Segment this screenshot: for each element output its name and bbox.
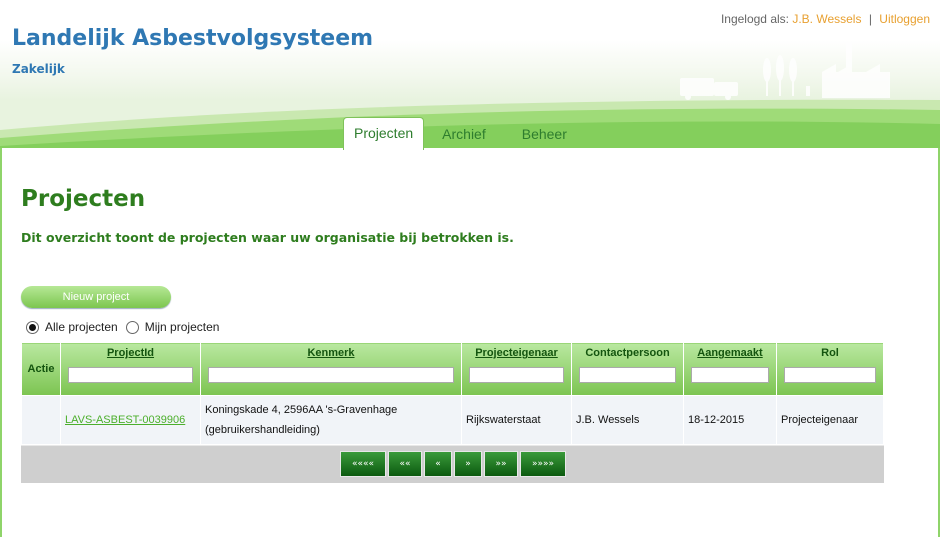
radio-mijn-projecten[interactable]	[125, 320, 139, 334]
filter-projecteigenaar-input[interactable]	[469, 367, 564, 383]
filter-kenmerk-input[interactable]	[208, 367, 454, 383]
pager-next-block-button[interactable]: »»	[484, 451, 518, 477]
pager-first-button[interactable]: ««««	[340, 451, 386, 477]
cell-aangemaakt: 18-12-2015	[683, 395, 777, 445]
sort-projecteigenaar-link[interactable]: Projecteigenaar	[475, 347, 558, 359]
radio-alle-projecten[interactable]	[26, 320, 39, 334]
column-header-contactpersoon: Contactpersoon	[571, 342, 684, 396]
column-header-actie-label: Actie	[27, 363, 55, 375]
column-header-aangemaakt: Aangemaakt	[683, 342, 777, 396]
project-filter: Alle projecten Mijn projecten	[26, 320, 227, 334]
column-header-contactpersoon-label: Contactpersoon	[585, 347, 670, 359]
page-description: Dit overzicht toont de projecten waar uw…	[21, 230, 514, 245]
filter-aangemaakt-input[interactable]	[691, 367, 769, 383]
sort-aangemaakt-link[interactable]: Aangemaakt	[697, 347, 762, 359]
column-header-actie: Actie	[21, 342, 61, 396]
user-link[interactable]: J.B. Wessels	[792, 12, 861, 26]
app-subtitle: Zakelijk	[12, 62, 65, 76]
main-tabs: Projecten Archief Beheer	[343, 117, 585, 150]
table-row: LAVS-ASBEST-0039906 Koningskade 4, 2596A…	[21, 395, 884, 445]
column-header-projectid: ProjectId	[60, 342, 201, 396]
login-separator: |	[868, 12, 872, 26]
projects-table: Actie ProjectId Kenmerk Projecteigenaar …	[21, 342, 884, 445]
column-header-rol-label: Rol	[821, 347, 839, 359]
radio-alle-projecten-label: Alle projecten	[45, 320, 118, 334]
cell-kenmerk: Koningskade 4, 2596AA 's-Gravenhage (geb…	[200, 395, 462, 445]
project-link[interactable]: LAVS-ASBEST-0039906	[65, 414, 185, 426]
sort-projectid-link[interactable]: ProjectId	[107, 347, 154, 359]
pager-next-button[interactable]: »	[454, 451, 482, 477]
cell-projecteigenaar: Rijkswaterstaat	[461, 395, 572, 445]
tab-beheer[interactable]: Beheer	[504, 119, 585, 150]
column-header-rol: Rol	[776, 342, 884, 396]
cell-contactpersoon: J.B. Wessels	[571, 395, 684, 445]
pager-last-button[interactable]: »»»»	[520, 451, 566, 477]
tab-archief[interactable]: Archief	[424, 119, 504, 150]
filter-rol-input[interactable]	[784, 367, 876, 383]
radio-mijn-projecten-label: Mijn projecten	[144, 320, 220, 334]
filter-contactpersoon-input[interactable]	[579, 367, 676, 383]
tab-projecten[interactable]: Projecten	[343, 117, 425, 150]
cell-actie	[21, 395, 61, 445]
page-title: Projecten	[21, 186, 146, 212]
login-prefix: Ingelogd als:	[720, 12, 789, 26]
cell-projectid: LAVS-ASBEST-0039906	[60, 395, 201, 445]
column-header-kenmerk: Kenmerk	[200, 342, 462, 396]
filter-projectid-input[interactable]	[68, 367, 193, 383]
login-info: Ingelogd als: J.B. Wessels | Uitloggen	[721, 12, 930, 26]
pager-prev-block-button[interactable]: ««	[388, 451, 422, 477]
logout-link[interactable]: Uitloggen	[879, 12, 930, 26]
new-project-button[interactable]: Nieuw project	[21, 286, 171, 308]
sort-kenmerk-link[interactable]: Kenmerk	[307, 347, 354, 359]
pager-bar: «««« «« « » »» »»»»	[21, 445, 884, 483]
pager: «««« «« « » »» »»»»	[340, 451, 568, 477]
column-header-projecteigenaar: Projecteigenaar	[461, 342, 572, 396]
cell-rol: Projecteigenaar	[776, 395, 884, 445]
table-header-row: Actie ProjectId Kenmerk Projecteigenaar …	[21, 342, 884, 396]
app-title: Landelijk Asbestvolgsysteem	[12, 26, 374, 51]
pager-prev-button[interactable]: «	[424, 451, 452, 477]
